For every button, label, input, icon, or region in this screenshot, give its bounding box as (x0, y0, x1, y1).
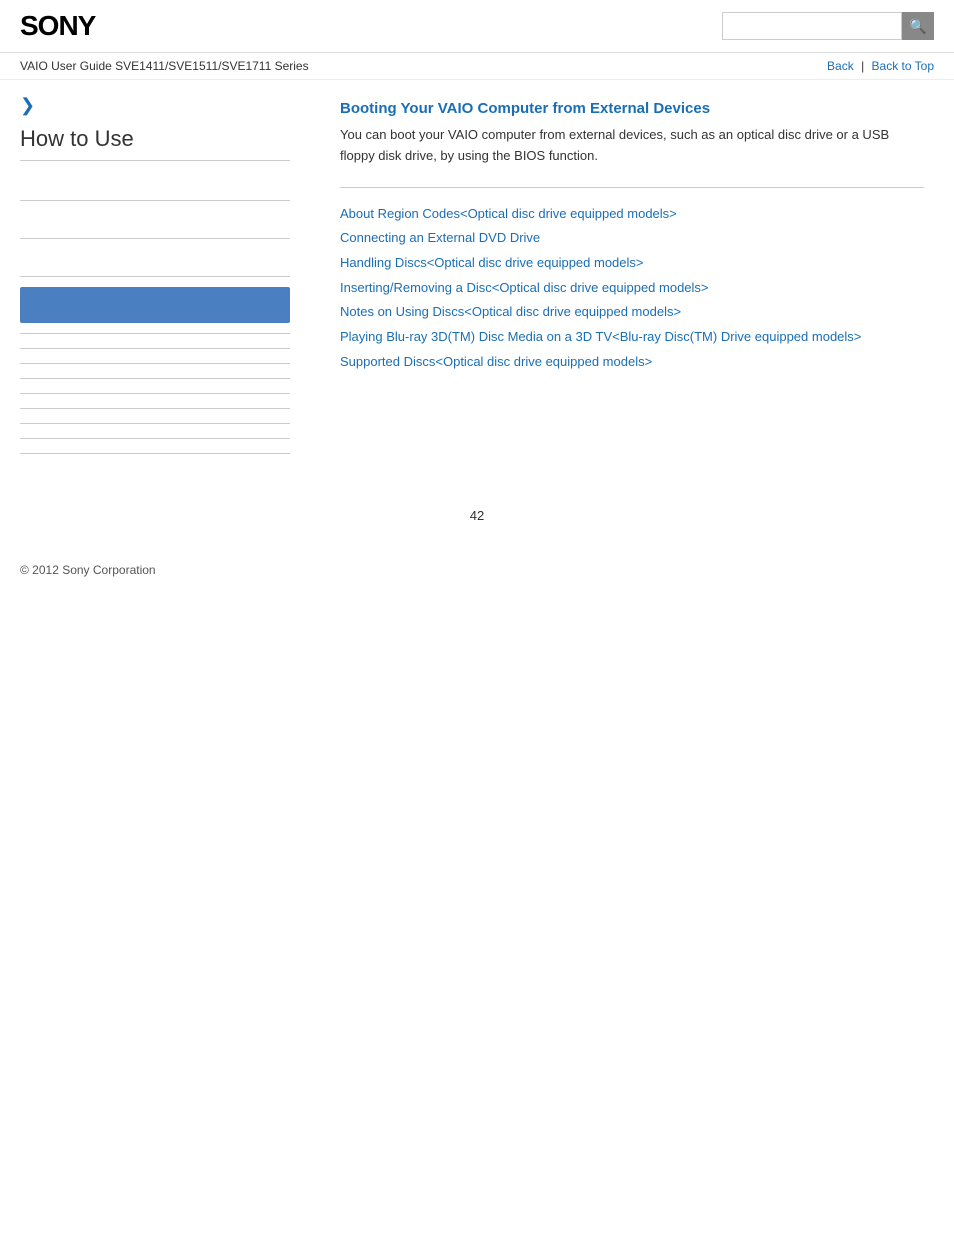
sidebar: ❯ How to Use (0, 80, 310, 488)
sub-link-3[interactable]: Handling Discs<Optical disc drive equipp… (340, 251, 924, 276)
sidebar-item-3 (20, 249, 290, 277)
sub-link-2[interactable]: Connecting an External DVD Drive (340, 226, 924, 251)
sub-link-5[interactable]: Notes on Using Discs<Optical disc drive … (340, 300, 924, 325)
back-link[interactable]: Back (827, 59, 854, 73)
main-description: You can boot your VAIO computer from ext… (340, 125, 924, 167)
sidebar-item-6 (20, 363, 290, 364)
footer: © 2012 Sony Corporation (0, 533, 954, 597)
search-icon: 🔍 (909, 18, 926, 35)
sub-link-1[interactable]: About Region Codes<Optical disc drive eq… (340, 202, 924, 227)
main-container: ❯ How to Use Booting Your VAIO Computer … (0, 80, 954, 488)
sub-link-7[interactable]: Supported Discs<Optical disc drive equip… (340, 350, 924, 375)
header: SONY 🔍 (0, 0, 954, 53)
sidebar-item-4 (20, 333, 290, 334)
sub-link-6[interactable]: Playing Blu-ray 3D(TM) Disc Media on a 3… (340, 325, 924, 350)
guide-title: VAIO User Guide SVE1411/SVE1511/SVE1711 … (20, 59, 309, 73)
search-button[interactable]: 🔍 (902, 12, 934, 40)
sidebar-item-5 (20, 348, 290, 349)
copyright-text: © 2012 Sony Corporation (20, 563, 156, 577)
sidebar-item-12 (20, 453, 290, 454)
sub-link-4[interactable]: Inserting/Removing a Disc<Optical disc d… (340, 276, 924, 301)
search-box: 🔍 (722, 12, 934, 40)
sidebar-item-8 (20, 393, 290, 394)
search-input[interactable] (722, 12, 902, 40)
sub-links-section: About Region Codes<Optical disc drive eq… (340, 187, 924, 375)
nav-separator: | (861, 59, 867, 73)
nav-links: Back | Back to Top (827, 59, 934, 73)
sidebar-highlighted-item[interactable] (20, 287, 290, 323)
breadcrumb-bar: VAIO User Guide SVE1411/SVE1511/SVE1711 … (0, 53, 954, 80)
sidebar-title: How to Use (20, 126, 290, 161)
sony-logo: SONY (20, 10, 95, 42)
content-area: Booting Your VAIO Computer from External… (310, 80, 954, 488)
sidebar-item-11 (20, 438, 290, 439)
back-to-top-link[interactable]: Back to Top (872, 59, 934, 73)
main-topic-link[interactable]: Booting Your VAIO Computer from External… (340, 100, 924, 117)
sidebar-item-10 (20, 423, 290, 424)
sidebar-item-2 (20, 211, 290, 239)
sidebar-item-7 (20, 378, 290, 379)
page-number: 42 (0, 488, 954, 533)
sidebar-item-1 (20, 173, 290, 201)
expand-icon[interactable]: ❯ (20, 95, 290, 116)
sidebar-item-9 (20, 408, 290, 409)
